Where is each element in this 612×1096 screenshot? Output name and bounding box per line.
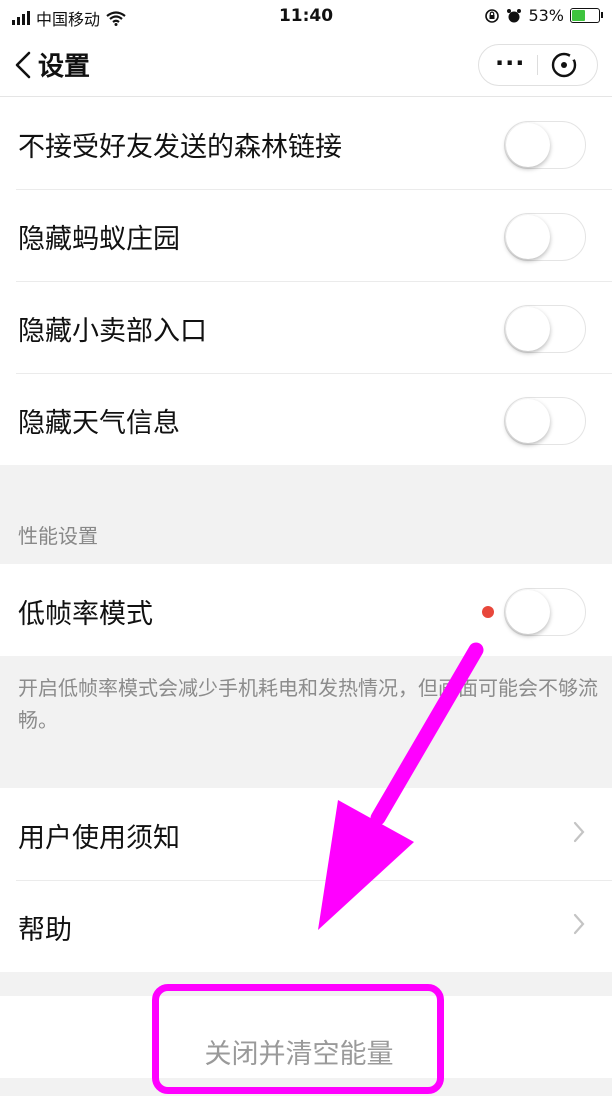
annotation-arrow-icon bbox=[318, 642, 484, 930]
